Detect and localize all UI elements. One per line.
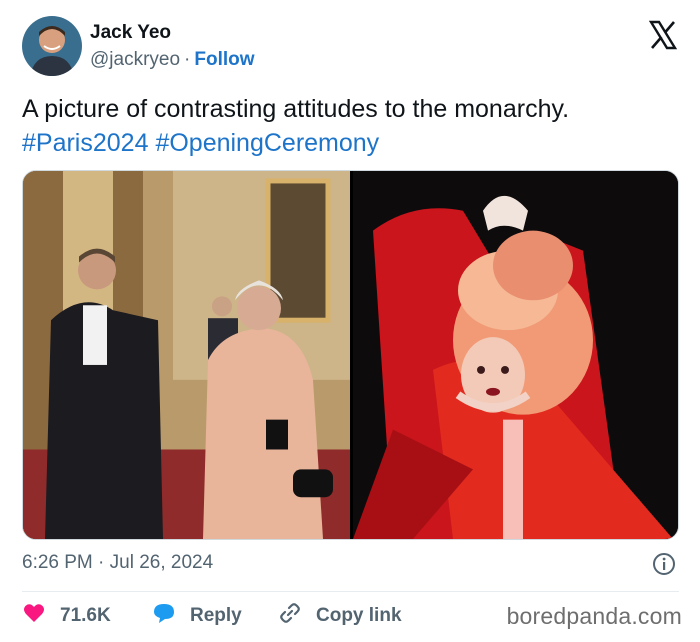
speech-bubble-icon	[152, 601, 190, 631]
photo-headless-figure[interactable]	[353, 171, 678, 539]
reply-label: Reply	[190, 605, 242, 626]
handle-row: @jackryeo · Follow	[90, 49, 255, 71]
action-bar: 71.6K Reply Copy link	[22, 602, 482, 630]
tweet-text: A picture of contrasting attitudes to th…	[22, 92, 682, 160]
heart-icon	[22, 601, 60, 631]
user-handle[interactable]: @jackryeo	[90, 49, 180, 70]
media-grid	[22, 170, 679, 540]
watermark: boredpanda.com	[506, 603, 682, 629]
reply-button[interactable]: Reply	[152, 602, 242, 630]
tweet-hashtags: #Paris2024 #OpeningCeremony	[22, 126, 682, 160]
copy-link-label: Copy link	[316, 605, 402, 626]
tweet-header: Jack Yeo @jackryeo · Follow	[22, 16, 682, 78]
copy-link-button[interactable]: Copy link	[278, 602, 402, 630]
tweet-body: A picture of contrasting attitudes to th…	[22, 95, 570, 123]
tweet-time: 6:26 PM	[22, 552, 93, 573]
follow-button[interactable]: Follow	[194, 49, 254, 70]
link-icon	[278, 601, 316, 631]
divider	[22, 591, 679, 592]
like-count: 71.6K	[60, 605, 111, 626]
hashtag-opening-ceremony[interactable]: #OpeningCeremony	[155, 129, 379, 157]
photo-palace-walk[interactable]	[23, 171, 350, 539]
timestamp-separator: ·	[98, 552, 105, 573]
hashtag-paris2024[interactable]: #Paris2024	[22, 129, 148, 157]
like-button[interactable]: 71.6K	[22, 602, 111, 630]
tweet-card: Jack Yeo @jackryeo · Follow A picture of c…	[0, 0, 700, 642]
info-icon[interactable]	[652, 552, 676, 576]
separator-dot: ·	[184, 49, 191, 70]
display-name[interactable]: Jack Yeo	[90, 22, 171, 44]
x-logo-icon[interactable]	[648, 20, 678, 50]
tweet-timestamp[interactable]: 6:26 PM · Jul 26, 2024	[22, 552, 213, 574]
avatar[interactable]	[22, 16, 82, 76]
tweet-date: Jul 26, 2024	[109, 552, 214, 573]
